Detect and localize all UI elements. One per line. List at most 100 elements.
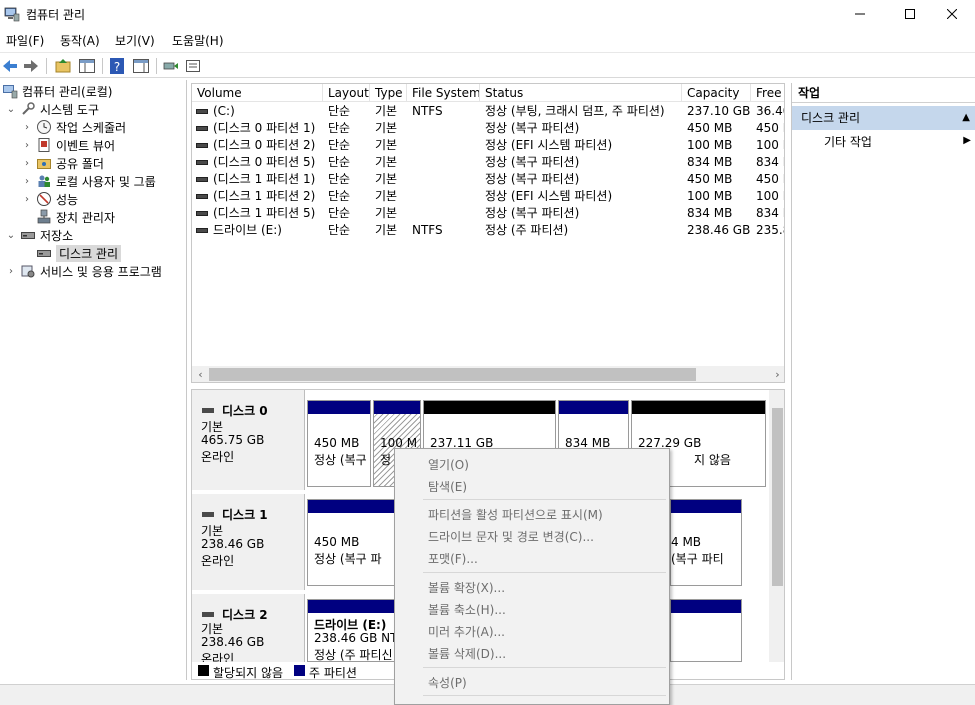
help-icon[interactable]: ? — [108, 57, 126, 75]
window-title: 컴퓨터 관리 — [26, 8, 86, 22]
disk-management-icon — [37, 250, 51, 257]
context-shrink-volume[interactable]: 볼륨 축소(H)... — [428, 601, 506, 618]
disk-size: 465.75 GB — [201, 433, 265, 447]
action-more[interactable]: 기타 작업 — [824, 133, 872, 150]
tree-root[interactable]: 컴퓨터 관리(로컬) — [2, 82, 112, 100]
context-change-drive-letter[interactable]: 드라이브 문자 및 경로 변경(C)... — [428, 528, 594, 545]
title-bar: 컴퓨터 관리 — [0, 0, 975, 28]
menu-action[interactable]: 동작(A) — [60, 32, 100, 49]
table-row[interactable]: (C:) 단순 기본 NTFS 정상 (부팅, 크래시 덤프, 주 파티션) 237.10… — [192, 103, 784, 120]
chevron-down-icon[interactable]: ⌄ — [6, 104, 16, 115]
chevron-right-icon[interactable]: › — [22, 194, 32, 205]
connect-icon[interactable] — [162, 57, 180, 75]
tree-task-scheduler[interactable]: › 작업 스케줄러 — [22, 118, 126, 136]
type-cell: 기본 — [375, 155, 398, 169]
table-row[interactable]: (디스크 1 파티션 2) 단순 기본 정상 (EFI 시스템 파티션) 100 MB 1… — [192, 188, 784, 205]
table-row[interactable]: (디스크 1 파티션 1) 단순 기본 정상 (복구 파티션) 450 MB 450 M — [192, 171, 784, 188]
chevron-right-icon[interactable]: › — [22, 158, 32, 169]
chevron-right-icon[interactable]: › — [6, 266, 16, 277]
disk-size: 238.46 GB — [201, 635, 265, 649]
chevron-down-icon[interactable]: ⌄ — [6, 230, 16, 241]
table-row[interactable]: (디스크 0 파티션 1) 단순 기본 정상 (복구 파티션) 450 MB 450 M — [192, 120, 784, 137]
table-row[interactable]: (디스크 0 파티션 5) 단순 기본 정상 (복구 파티션) 834 MB 834 M — [192, 154, 784, 171]
layout-cell: 단순 — [328, 121, 351, 135]
table-row[interactable]: 드라이브 (E:) 단순 기본 NTFS 정상 (주 파티션) 238.46 GB 235.… — [192, 222, 784, 239]
toolbar-separator — [102, 58, 103, 74]
scrollbar-thumb[interactable] — [209, 368, 696, 381]
maximize-button[interactable] — [887, 0, 933, 28]
volume-cell: (디스크 0 파티션 1) — [213, 121, 316, 135]
column-header-capacity[interactable]: Capacity — [682, 84, 751, 102]
menu-help[interactable]: 도움말(H) — [172, 32, 224, 49]
tree-performance[interactable]: › 성능 — [22, 190, 78, 208]
vertical-scrollbar[interactable] — [769, 390, 784, 662]
chevron-right-icon[interactable]: › — [22, 176, 32, 187]
properties-icon[interactable] — [132, 57, 150, 75]
context-format[interactable]: 포맷(F)... — [428, 550, 478, 567]
scrollbar-thumb[interactable] — [772, 408, 783, 586]
column-header-free-space[interactable]: Free S — [751, 84, 784, 102]
context-delete-volume[interactable]: 볼륨 삭제(D)... — [428, 645, 506, 662]
column-header-layout[interactable]: Layout — [323, 84, 370, 102]
shared-folder-icon — [37, 159, 51, 169]
actions-section-disk-management[interactable]: 디스크 관리 ▲ — [792, 106, 975, 130]
capacity-cell: 834 MB — [687, 155, 733, 169]
column-header-type[interactable]: Type — [370, 84, 407, 102]
status-cell: 정상 (복구 파티션) — [485, 172, 580, 186]
context-open[interactable]: 열기(O) — [428, 456, 469, 473]
context-add-mirror[interactable]: 미러 추가(A)... — [428, 623, 505, 640]
tree-services[interactable]: › 서비스 및 응용 프로그램 — [6, 262, 162, 280]
close-button[interactable] — [929, 0, 975, 28]
disk-0-info[interactable]: 디스크 0 기본 465.75 GB 온라인 — [192, 390, 305, 490]
collapse-up-icon[interactable]: ▲ — [962, 106, 970, 130]
menu-view[interactable]: 보기(V) — [115, 32, 155, 49]
layout-cell: 단순 — [328, 138, 351, 152]
disk-1-info[interactable]: 디스크 1 기본 238.46 GB 온라인 — [192, 494, 305, 590]
context-mark-active[interactable]: 파티션을 활성 파티션으로 표시(M) — [428, 506, 603, 523]
tree-disk-management[interactable]: 디스크 관리 — [36, 244, 122, 262]
chevron-right-icon[interactable]: › — [22, 122, 32, 133]
disk-state: 온라인 — [201, 450, 235, 464]
forward-arrow-icon[interactable] — [22, 57, 40, 75]
tree-system-tools[interactable]: ⌄ 시스템 도구 — [6, 100, 99, 118]
performance-icon — [37, 192, 51, 206]
tree-local-users[interactable]: › 로컬 사용자 및 그룹 — [22, 172, 156, 190]
tree-storage[interactable]: ⌄ 저장소 — [6, 226, 73, 244]
column-header-volume[interactable]: Volume — [192, 84, 323, 102]
column-header-file-system[interactable]: File System — [407, 84, 480, 102]
column-header-status[interactable]: Status — [480, 84, 682, 102]
menu-file[interactable]: 파일(F) — [6, 32, 44, 49]
capacity-cell: 450 MB — [687, 121, 733, 135]
show-hide-tree-icon[interactable] — [78, 57, 96, 75]
tree-shared-folders[interactable]: › 공유 폴더 — [22, 154, 104, 172]
legend-label-primary: 주 파티션 — [309, 666, 357, 680]
scroll-left-icon[interactable]: ‹ — [192, 366, 209, 382]
computer-management-icon — [3, 85, 18, 99]
scroll-right-icon[interactable]: › — [769, 366, 784, 382]
submenu-arrow-icon: ▶ — [963, 135, 971, 146]
status-cell: 정상 (주 파티션) — [485, 223, 569, 237]
settings-list-icon[interactable] — [184, 57, 202, 75]
free-space-cell: 36.40 — [756, 104, 784, 118]
minimize-button[interactable] — [837, 0, 883, 28]
partition-block[interactable]: 4 MB (복구 파티 — [670, 499, 742, 586]
chevron-right-icon[interactable]: › — [22, 140, 32, 151]
partition-block[interactable]: 450 MB 정상 (복구 — [307, 400, 371, 487]
partition-block[interactable]: 드라이브 (E:) 238.46 GB NTI 정상 (주 파티신 — [307, 599, 397, 662]
tree-event-viewer[interactable]: › 이벤트 뷰어 — [22, 136, 115, 154]
disk-2-info[interactable]: 디스크 2 기본 238.46 GB 온라인 — [192, 594, 305, 666]
horizontal-scrollbar[interactable]: ‹ › — [192, 366, 784, 382]
type-cell: 기본 — [375, 121, 398, 135]
context-properties[interactable]: 속성(P) — [428, 674, 467, 691]
context-explore[interactable]: 탐색(E) — [428, 478, 467, 495]
layout-cell: 단순 — [328, 155, 351, 169]
context-extend-volume[interactable]: 볼륨 확장(X)... — [428, 579, 505, 596]
back-arrow-icon[interactable] — [1, 57, 19, 75]
table-row[interactable]: (디스크 1 파티션 5) 단순 기본 정상 (복구 파티션) 834 MB 834 M — [192, 205, 784, 222]
tree-device-manager[interactable]: 장치 관리자 — [36, 208, 115, 226]
users-icon — [38, 175, 50, 187]
partition-block[interactable]: 450 MB 정상 (복구 파 — [307, 499, 397, 586]
partition-block[interactable] — [670, 599, 742, 662]
up-folder-icon[interactable] — [54, 57, 72, 75]
table-row[interactable]: (디스크 0 파티션 2) 단순 기본 정상 (EFI 시스템 파티션) 100 MB 1… — [192, 137, 784, 154]
